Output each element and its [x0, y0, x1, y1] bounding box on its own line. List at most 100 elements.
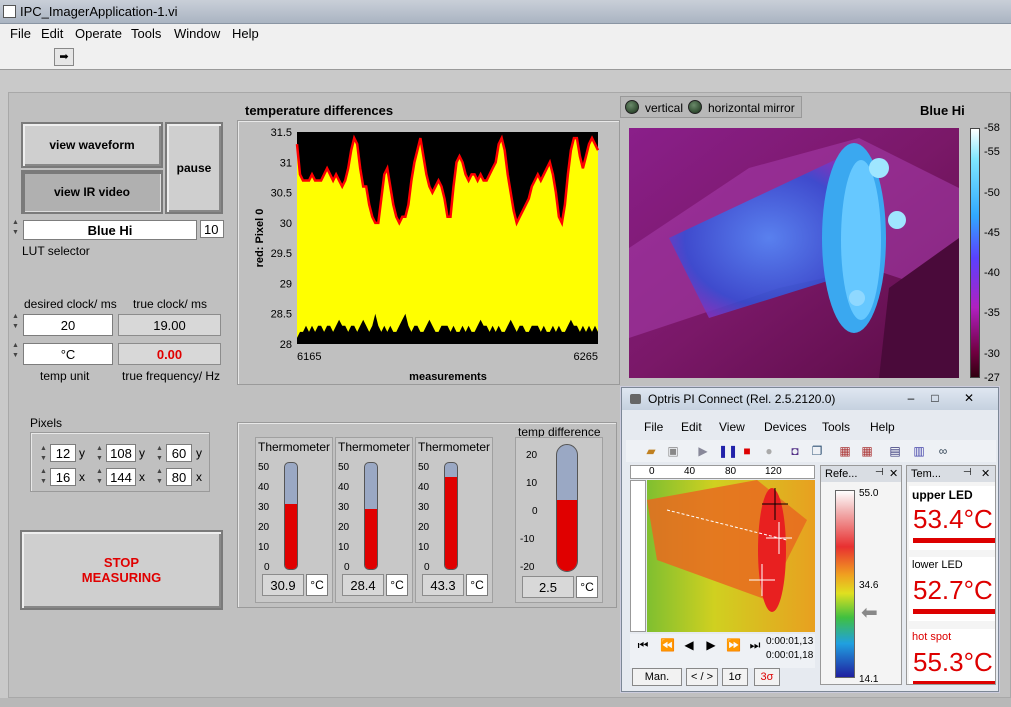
optris-menu-file[interactable]: File [644, 420, 663, 434]
stop-measuring-button[interactable]: STOP MEASURING [20, 530, 223, 610]
optris-menu-view[interactable]: View [719, 420, 745, 434]
lut-selector-field[interactable]: Blue Hi [23, 220, 197, 240]
pixel3-x-spinner-icon[interactable]: ▲ ▼ [154, 467, 165, 489]
first-frame-icon[interactable]: ⏮ [636, 638, 650, 652]
menu-file[interactable]: File [10, 26, 31, 41]
optris-menu-help[interactable]: Help [870, 420, 895, 434]
optris-menu-devices[interactable]: Devices [764, 420, 807, 434]
temp-unit-spinner-icon[interactable]: ▲ ▼ [10, 341, 21, 363]
pause-button[interactable]: pause [165, 122, 223, 214]
temp-difference-tube [556, 444, 578, 572]
pixel2-x-field[interactable]: 144 [106, 468, 136, 486]
reading-value: 52.7°C [913, 575, 993, 605]
snapshot-icon[interactable]: ◘ [788, 444, 802, 458]
menu-help[interactable]: Help [232, 26, 259, 41]
thermometer-value: 30.9 [262, 574, 304, 596]
pixel1-x-field[interactable]: 16 [50, 468, 76, 486]
ir-scale-tick: -40 [984, 267, 1000, 280]
menu-operate[interactable]: Operate [75, 26, 122, 41]
range-button[interactable]: < / > [686, 668, 718, 686]
reference-colorbar [835, 490, 855, 678]
run-arrow-icon[interactable]: ➡ [54, 48, 74, 66]
pane-close-icon[interactable]: ✕ [889, 467, 898, 480]
ir-scale-tick: -45 [984, 226, 1000, 239]
thermometer-tube [364, 462, 378, 570]
menu-edit[interactable]: Edit [41, 26, 63, 41]
pixel2-x-spinner-icon[interactable]: ▲ ▼ [94, 467, 105, 489]
menu-tools[interactable]: Tools [131, 26, 161, 41]
pixel1-x-spinner-icon[interactable]: ▲ ▼ [38, 467, 49, 489]
optris-menu-tools[interactable]: Tools [822, 420, 850, 434]
desired-clock-field[interactable]: 20 [23, 314, 113, 336]
temp-difference-fill [557, 500, 577, 571]
menu-window[interactable]: Window [174, 26, 220, 41]
y-tick-label: 28 [280, 339, 292, 351]
horizontal-mirror-label: horizontal mirror [708, 101, 795, 115]
x-tick-min: 6165 [297, 351, 321, 363]
lut-selector-label: LUT selector [22, 244, 90, 258]
thermometer-scale-tick: 30 [418, 502, 430, 513]
step-back-icon[interactable]: ◀ [682, 638, 696, 652]
thermometer-value: 28.4 [342, 574, 384, 596]
layout2-icon[interactable]: ▦ [860, 444, 874, 458]
temp-unit-field[interactable]: °C [23, 343, 113, 365]
thermometer-fill [445, 477, 457, 569]
camera-icon [630, 394, 641, 404]
temp-difference-scale-tick: -10 [520, 534, 535, 545]
last-frame-icon[interactable]: ⏭ [748, 638, 762, 652]
view-waveform-button[interactable]: view waveform [21, 122, 163, 168]
thermometer-scale-tick: 50 [338, 462, 350, 473]
level-arrow-icon[interactable]: ⬅ [861, 600, 878, 625]
maximize-icon[interactable]: □ [928, 391, 942, 405]
reading-value: 55.3°C [913, 647, 993, 677]
sigma1-button[interactable]: 1σ [722, 668, 748, 686]
pixel2-y-spinner-icon[interactable]: ▲ ▼ [94, 444, 105, 466]
pixel1-y-spinner-icon[interactable]: ▲ ▼ [38, 444, 49, 466]
temp-difference-unit: °C [576, 576, 598, 598]
desired-clock-spinner-icon[interactable]: ▲ ▼ [10, 312, 21, 334]
layout1-icon[interactable]: ▦ [838, 444, 852, 458]
minimize-icon[interactable]: – [904, 391, 918, 405]
thermometer-scale-tick: 30 [258, 502, 270, 513]
manual-button[interactable]: Man. [632, 668, 682, 686]
pixel3-y-field[interactable]: 60 [166, 444, 192, 462]
lut-index-field[interactable]: 10 [200, 220, 224, 238]
fast-forward-icon[interactable]: ⏩ [726, 638, 741, 652]
pixel1-y-field[interactable]: 12 [50, 444, 76, 462]
pause-icon[interactable]: ❚❚ [718, 444, 738, 458]
pixel3-y-spinner-icon[interactable]: ▲ ▼ [154, 444, 165, 466]
optris-menu-edit[interactable]: Edit [681, 420, 702, 434]
close-icon[interactable]: ✕ [962, 391, 976, 405]
record-icon[interactable]: ● [762, 444, 776, 458]
y-tick-label: 30 [280, 218, 292, 230]
histogram-icon[interactable]: ▥ [912, 444, 926, 458]
copy-icon[interactable]: ❐ [810, 444, 824, 458]
ir-scale-tick: -58 [984, 122, 1000, 134]
sigma3-button[interactable]: 3σ [754, 668, 780, 686]
export-icon[interactable]: ▤ [888, 444, 902, 458]
record-stop-icon[interactable]: ■ [740, 444, 754, 458]
thermometer-scale-tick: 40 [418, 482, 430, 493]
pixel2-y-field[interactable]: 108 [106, 444, 136, 462]
save-icon[interactable]: ▣ [666, 444, 680, 458]
horizontal-mirror-led-icon[interactable] [688, 100, 702, 114]
step-forward-icon[interactable]: ▶ [704, 638, 718, 652]
play-icon[interactable]: ▶ [696, 444, 710, 458]
temp-pane-close-icon[interactable]: ✕ [981, 467, 990, 480]
lut-spinner-icon[interactable]: ▲ ▼ [10, 218, 21, 240]
thermometer-fill [285, 503, 297, 569]
pixel3-y-label: y [196, 446, 202, 460]
menu-bar: File Edit Operate Tools Window Help [0, 24, 1011, 44]
vertical-led-icon[interactable] [625, 100, 639, 114]
vertical-label: vertical [645, 101, 684, 115]
view-ir-video-button[interactable]: view IR video [21, 170, 163, 214]
pixel3-x-label: x [196, 470, 202, 484]
thermometer-2: Thermometer 50 40 30 20 10 0 28.4 °C [335, 437, 413, 603]
pixel3-x-field[interactable]: 80 [166, 468, 192, 486]
open-icon[interactable]: ▰ [644, 444, 658, 458]
pin-icon[interactable]: ⊣ [875, 467, 884, 478]
glasses-icon[interactable]: ∞ [936, 444, 950, 458]
temp-pin-icon[interactable]: ⊣ [963, 467, 972, 478]
rewind-icon[interactable]: ⏪ [660, 638, 675, 652]
reading-name: upper LED [912, 488, 973, 502]
